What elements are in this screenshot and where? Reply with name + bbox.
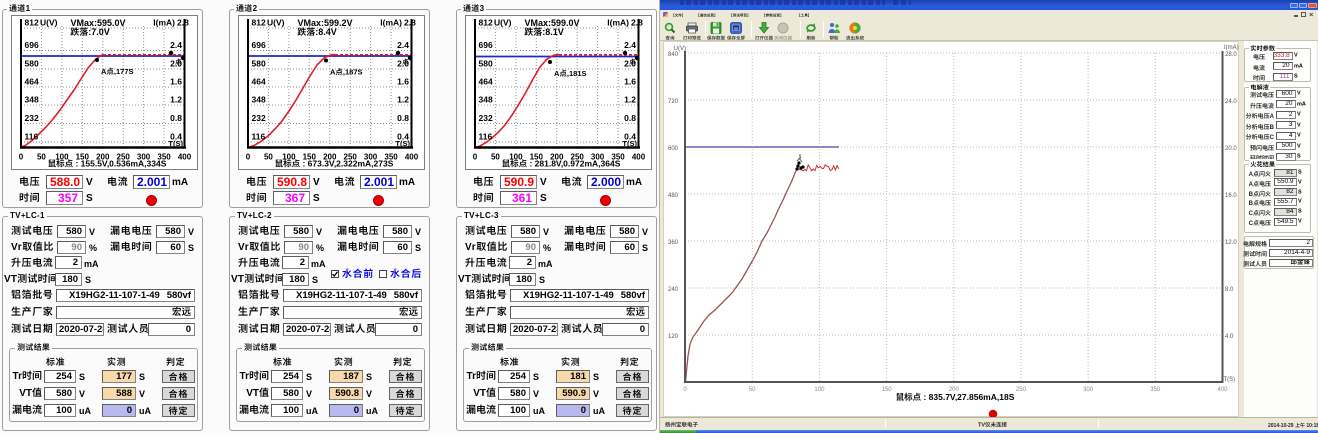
svg-text:360: 360 (668, 240, 679, 246)
svg-text:A点,177S: A点,177S (101, 67, 134, 76)
svg-text:8.0: 8.0 (1225, 287, 1234, 293)
svg-text:116: 116 (25, 132, 39, 142)
svg-text:0.8: 0.8 (624, 113, 636, 123)
svg-text:A点,181S: A点,181S (554, 69, 587, 78)
svg-text:0: 0 (473, 153, 478, 162)
svg-text:I(mA): I(mA) (607, 18, 629, 28)
svg-text:2.4: 2.4 (170, 40, 182, 50)
svg-text:600: 600 (668, 146, 679, 152)
svg-text:0.8: 0.8 (170, 113, 182, 123)
svg-text:U(V): U(V) (494, 18, 512, 28)
svg-text:4.0: 4.0 (1225, 334, 1234, 340)
svg-text:720: 720 (668, 99, 679, 105)
svg-text:812: 812 (25, 18, 39, 28)
svg-text:100: 100 (814, 387, 825, 393)
svg-text:2.4: 2.4 (397, 40, 409, 50)
svg-text:1.2: 1.2 (397, 95, 409, 105)
svg-text:跌落:8.1V: 跌落:8.1V (524, 27, 564, 37)
svg-text:812: 812 (252, 18, 266, 28)
svg-text:跌落:7.0V: 跌落:7.0V (70, 27, 110, 37)
svg-text:400: 400 (405, 153, 419, 162)
svg-text:0.8: 0.8 (397, 113, 409, 123)
svg-text:580: 580 (479, 59, 493, 69)
svg-text:400: 400 (1217, 387, 1228, 393)
svg-text:2.4: 2.4 (624, 40, 636, 50)
svg-text:150: 150 (882, 387, 893, 393)
svg-text:50: 50 (749, 387, 756, 393)
svg-text:240: 240 (668, 287, 679, 293)
svg-text:348: 348 (25, 95, 39, 105)
svg-text:T(S): T(S) (168, 139, 183, 148)
svg-text:812: 812 (479, 18, 493, 28)
svg-text:2.8: 2.8 (631, 18, 643, 28)
svg-text:1.6: 1.6 (624, 77, 636, 87)
svg-text:120: 120 (668, 334, 679, 340)
svg-text:348: 348 (479, 95, 493, 105)
svg-text:U(V): U(V) (267, 18, 285, 28)
svg-text:点: 点 (402, 58, 409, 66)
svg-text:T(S): T(S) (1224, 377, 1236, 383)
svg-text:232: 232 (25, 113, 39, 123)
svg-text:232: 232 (479, 113, 493, 123)
svg-text:696: 696 (479, 40, 493, 50)
svg-text:580: 580 (252, 59, 266, 69)
svg-text:1.6: 1.6 (397, 77, 409, 87)
svg-text:W: W (734, 26, 738, 31)
svg-text:2.8: 2.8 (404, 18, 416, 28)
svg-text:鼠标点 : 281.8V,0.972mA,364S: 鼠标点 : 281.8V,0.972mA,364S (502, 159, 621, 169)
svg-text:U(V): U(V) (40, 18, 58, 28)
svg-text:点: 点 (175, 58, 182, 66)
svg-text:0: 0 (19, 153, 24, 162)
svg-text:I(mA): I(mA) (1224, 45, 1239, 51)
svg-text:400: 400 (178, 153, 192, 162)
svg-text:300: 300 (1083, 387, 1094, 393)
svg-text:400: 400 (632, 153, 646, 162)
svg-text:840: 840 (668, 52, 679, 58)
svg-text:点: 点 (629, 58, 636, 66)
svg-text:鼠标点 : 673.3V,2.322mA,273S: 鼠标点 : 673.3V,2.322mA,273S (275, 159, 394, 169)
svg-text:348: 348 (252, 95, 266, 105)
svg-text:696: 696 (252, 40, 266, 50)
svg-text:0: 0 (683, 387, 687, 393)
svg-text:464: 464 (252, 77, 266, 87)
svg-text:1.2: 1.2 (624, 95, 636, 105)
svg-text:T(S): T(S) (395, 139, 410, 148)
svg-text:50: 50 (37, 153, 46, 162)
svg-text:50: 50 (491, 153, 500, 162)
svg-text:1.2: 1.2 (170, 95, 182, 105)
svg-text:跌落:8.4V: 跌落:8.4V (297, 27, 337, 37)
svg-text:24.0: 24.0 (1225, 99, 1237, 105)
svg-text:A点,187S: A点,187S (330, 68, 363, 77)
svg-text:1.6: 1.6 (170, 77, 182, 87)
svg-text:鼠标点 : 155.5V,0.536mA,334S: 鼠标点 : 155.5V,0.536mA,334S (48, 159, 167, 169)
svg-text:232: 232 (252, 113, 266, 123)
svg-text:20.0: 20.0 (1225, 146, 1237, 152)
svg-text:480: 480 (668, 193, 679, 199)
svg-text:580: 580 (25, 59, 39, 69)
svg-text:350: 350 (1150, 387, 1161, 393)
svg-text:I(mA): I(mA) (380, 18, 402, 28)
svg-text:116: 116 (479, 132, 493, 142)
svg-text:I(mA): I(mA) (153, 18, 175, 28)
svg-text:T(S): T(S) (622, 139, 637, 148)
svg-text:696: 696 (25, 40, 39, 50)
svg-text:鼠标点 : 835.7V,27.856mA,18S: 鼠标点 : 835.7V,27.856mA,18S (896, 392, 1015, 402)
svg-text:464: 464 (479, 77, 493, 87)
svg-text:2.8: 2.8 (177, 18, 189, 28)
svg-text:464: 464 (25, 77, 39, 87)
svg-text:116: 116 (252, 132, 266, 142)
svg-text:0: 0 (246, 153, 251, 162)
svg-text:50: 50 (264, 153, 273, 162)
svg-text:250: 250 (1016, 387, 1027, 393)
